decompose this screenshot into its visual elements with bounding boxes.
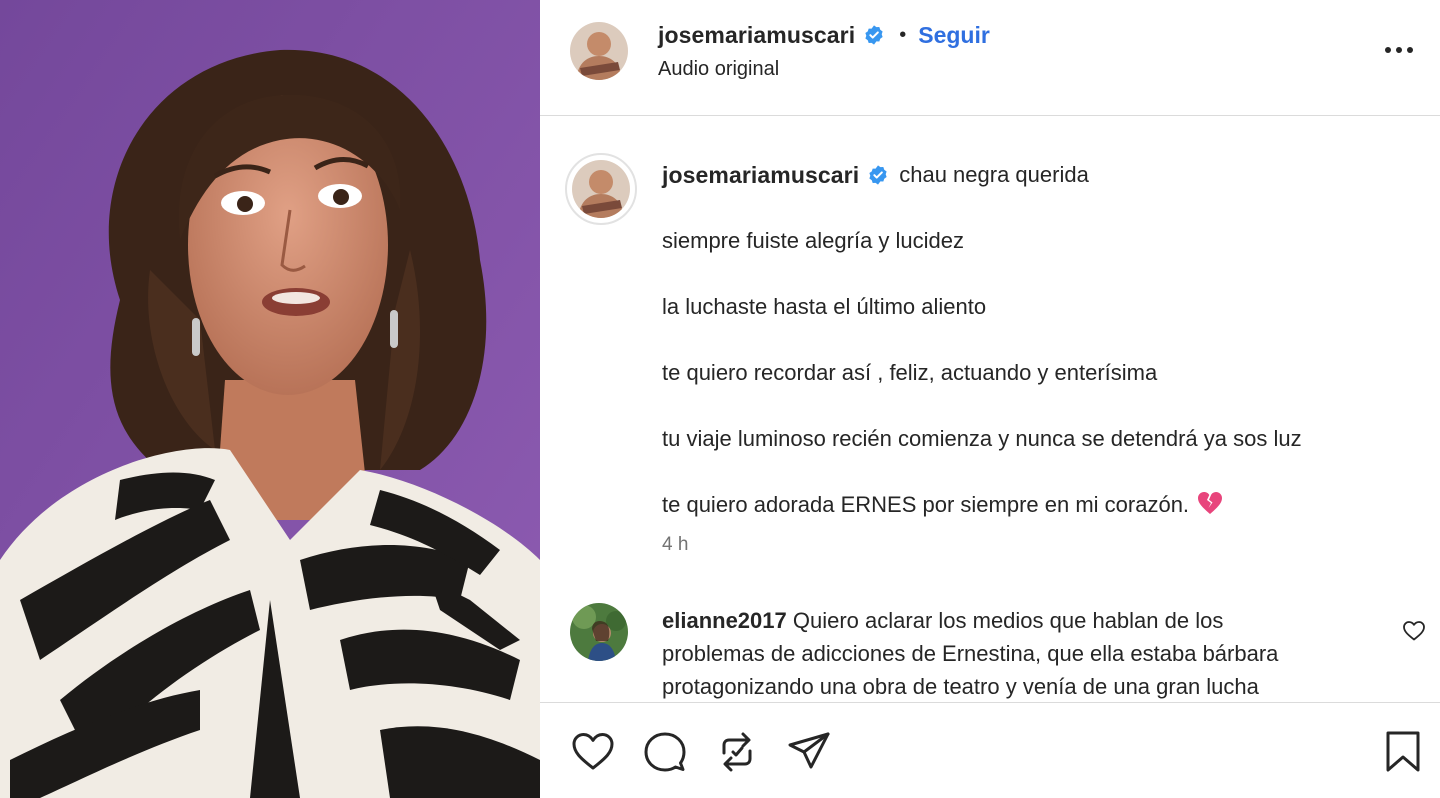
post-side-panel: josemariamuscari • Seguir Audio original	[540, 0, 1440, 798]
comment-username[interactable]: elianne2017	[662, 608, 787, 633]
share-icon[interactable]	[786, 729, 832, 775]
caption-username[interactable]: josemariamuscari	[662, 160, 859, 190]
caption-line: chau negra querida	[899, 162, 1089, 187]
verified-badge-icon	[869, 165, 887, 185]
heart-icon[interactable]	[570, 729, 616, 775]
caption-line: siempre fuiste alegría y lucidez	[662, 228, 965, 253]
caption-last-line: te quiero adorada ERNES por siempre en m…	[662, 490, 1422, 520]
author-avatar[interactable]	[570, 22, 628, 80]
separator-dot: •	[899, 23, 907, 46]
follow-button[interactable]: Seguir	[918, 22, 990, 49]
caption-line: te quiero adorada ERNES por siempre en m…	[662, 492, 1190, 517]
audio-label[interactable]: Audio original	[658, 58, 779, 81]
caption-line: tu viaje luminoso recién comienza y nunc…	[662, 426, 1302, 451]
caption-header: josemariamuscari chau negra querida	[662, 160, 1422, 190]
comment-icon[interactable]	[642, 729, 688, 775]
action-bar	[540, 702, 1440, 798]
author-username[interactable]: josemariamuscari	[658, 22, 855, 49]
author-row: josemariamuscari • Seguir	[658, 20, 990, 50]
comment-like-heart-icon[interactable]	[1402, 619, 1426, 643]
commenter-avatar[interactable]	[570, 603, 628, 661]
comment-text-line: Quiero aclarar los medios que hablan de …	[792, 608, 1224, 633]
caption-line: la luchaste hasta el último aliento	[662, 294, 987, 319]
post-media[interactable]	[0, 0, 540, 798]
repost-icon[interactable]	[714, 729, 760, 775]
caption-line: te quiero recordar así , feliz, actuando…	[662, 360, 1158, 385]
comment-text-line: problemas de adicciones de Ernestina, qu…	[662, 641, 1279, 666]
post-photo	[0, 0, 540, 798]
bookmark-icon[interactable]	[1380, 729, 1426, 775]
caption-author-avatar[interactable]	[572, 160, 630, 218]
post-header: josemariamuscari • Seguir Audio original	[540, 0, 1440, 116]
caption-avatar-ring	[565, 153, 637, 225]
comment-text-line: protagonizando una obra de teatro y vení…	[662, 674, 1259, 699]
more-options-icon[interactable]	[1382, 38, 1416, 62]
broken-heart-icon	[1198, 492, 1223, 514]
post-timestamp[interactable]: 4 h	[662, 534, 688, 556]
comment: elianne2017 Quiero aclarar los medios qu…	[662, 604, 1382, 703]
verified-badge-icon	[865, 25, 883, 45]
post-caption: josemariamuscari chau negra querida siem…	[662, 160, 1422, 520]
